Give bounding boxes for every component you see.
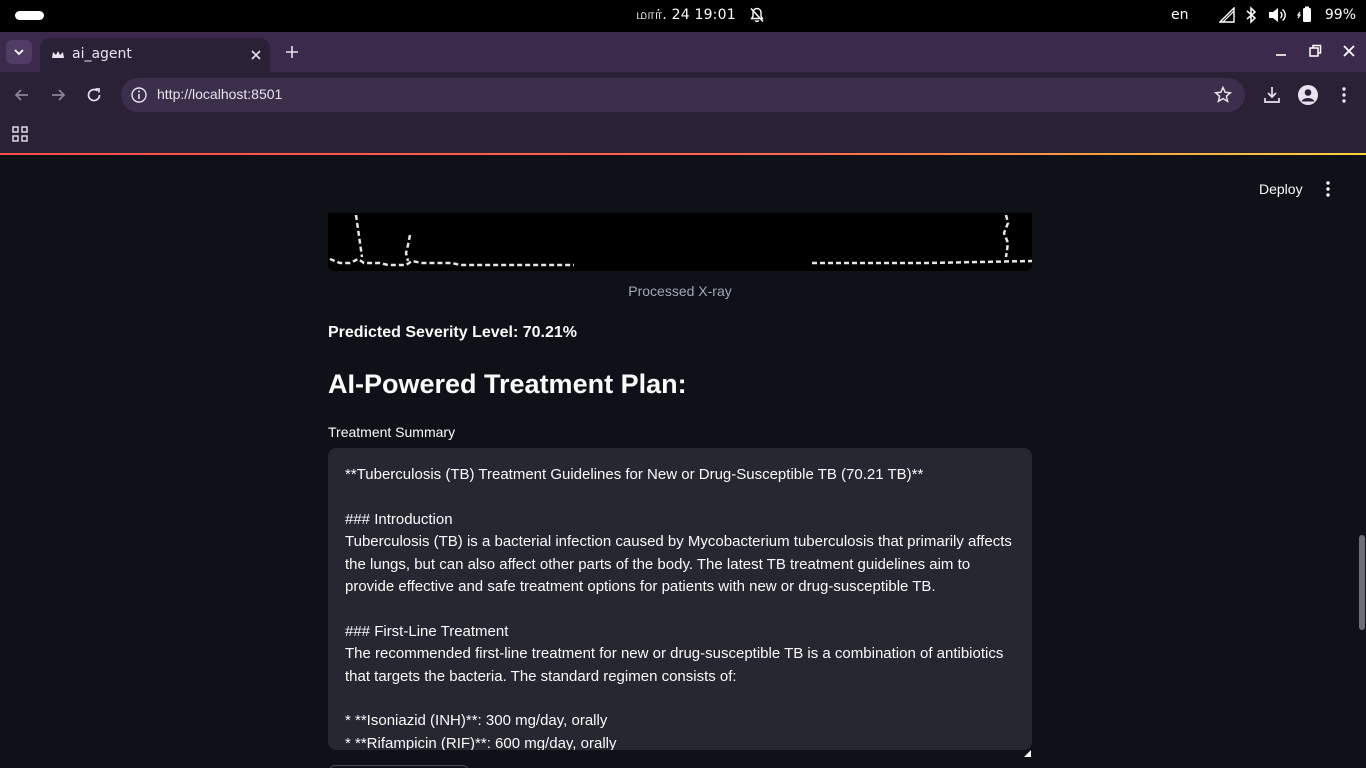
browser-tab-strip: ai_agent [0, 32, 1366, 72]
bookmarks-bar [0, 118, 1366, 153]
favicon-icon [50, 47, 66, 63]
forward-icon[interactable] [47, 84, 69, 106]
processed-xray-image [328, 213, 1032, 271]
os-top-bar: மார். 24 19:01 en 99% [0, 0, 1366, 32]
treatment-summary-textarea[interactable]: **Tuberculosis (TB) Treatment Guidelines… [328, 448, 1032, 750]
deploy-button[interactable]: Deploy [1249, 177, 1313, 201]
textarea-label: Treatment Summary [328, 424, 456, 440]
image-caption: Processed X-ray [628, 283, 732, 299]
info-icon[interactable] [129, 85, 149, 105]
page-scrollbar-thumb[interactable] [1359, 535, 1365, 630]
address-bar[interactable]: http://localhost:8501 [121, 78, 1245, 112]
maximize-icon[interactable] [1306, 42, 1324, 60]
severity-text: Predicted Severity Level: 70.21% [328, 324, 578, 341]
os-clock[interactable]: மார். 24 19:01 [636, 7, 736, 25]
close-window-icon[interactable] [1340, 42, 1358, 60]
battery-icon [1296, 6, 1315, 24]
bell-off-icon[interactable] [748, 6, 766, 24]
keyboard-layout[interactable]: en [1171, 7, 1189, 23]
reload-icon[interactable] [83, 84, 105, 106]
url-text[interactable]: http://localhost:8501 [157, 86, 282, 102]
streamlit-app: Deploy Processed X-ray Predicted Severit… [0, 155, 1366, 768]
volume-icon [1267, 6, 1287, 24]
resize-handle-icon[interactable] [1024, 742, 1031, 757]
treatment-plan-heading: AI-Powered Treatment Plan: [328, 369, 687, 399]
battery-percent: 99% [1324, 7, 1356, 23]
window-controls [1272, 42, 1358, 60]
tab-title: ai_agent [72, 46, 132, 62]
bluetooth-icon [1245, 6, 1257, 24]
page-scrollbar-track[interactable] [1356, 155, 1366, 768]
kebab-icon[interactable] [1318, 179, 1338, 199]
chevron-down-icon [6, 49, 32, 68]
back-icon[interactable] [11, 84, 33, 106]
close-icon[interactable] [248, 47, 264, 63]
plus-icon[interactable] [283, 43, 301, 61]
minimize-icon[interactable] [1272, 42, 1290, 60]
star-icon[interactable] [1213, 85, 1233, 105]
browser-toolbar: http://localhost:8501 [0, 72, 1366, 118]
apps-icon[interactable] [11, 125, 29, 143]
browser-tab[interactable]: ai_agent [40, 38, 270, 72]
system-tray[interactable]: 99% [1218, 6, 1356, 24]
profile-icon[interactable] [1297, 84, 1319, 106]
menu-icon[interactable] [1333, 84, 1355, 106]
activities-indicator[interactable] [15, 11, 44, 20]
signal-icon [1218, 7, 1235, 23]
download-icon[interactable] [1261, 84, 1283, 106]
tab-list-button[interactable] [6, 40, 32, 64]
